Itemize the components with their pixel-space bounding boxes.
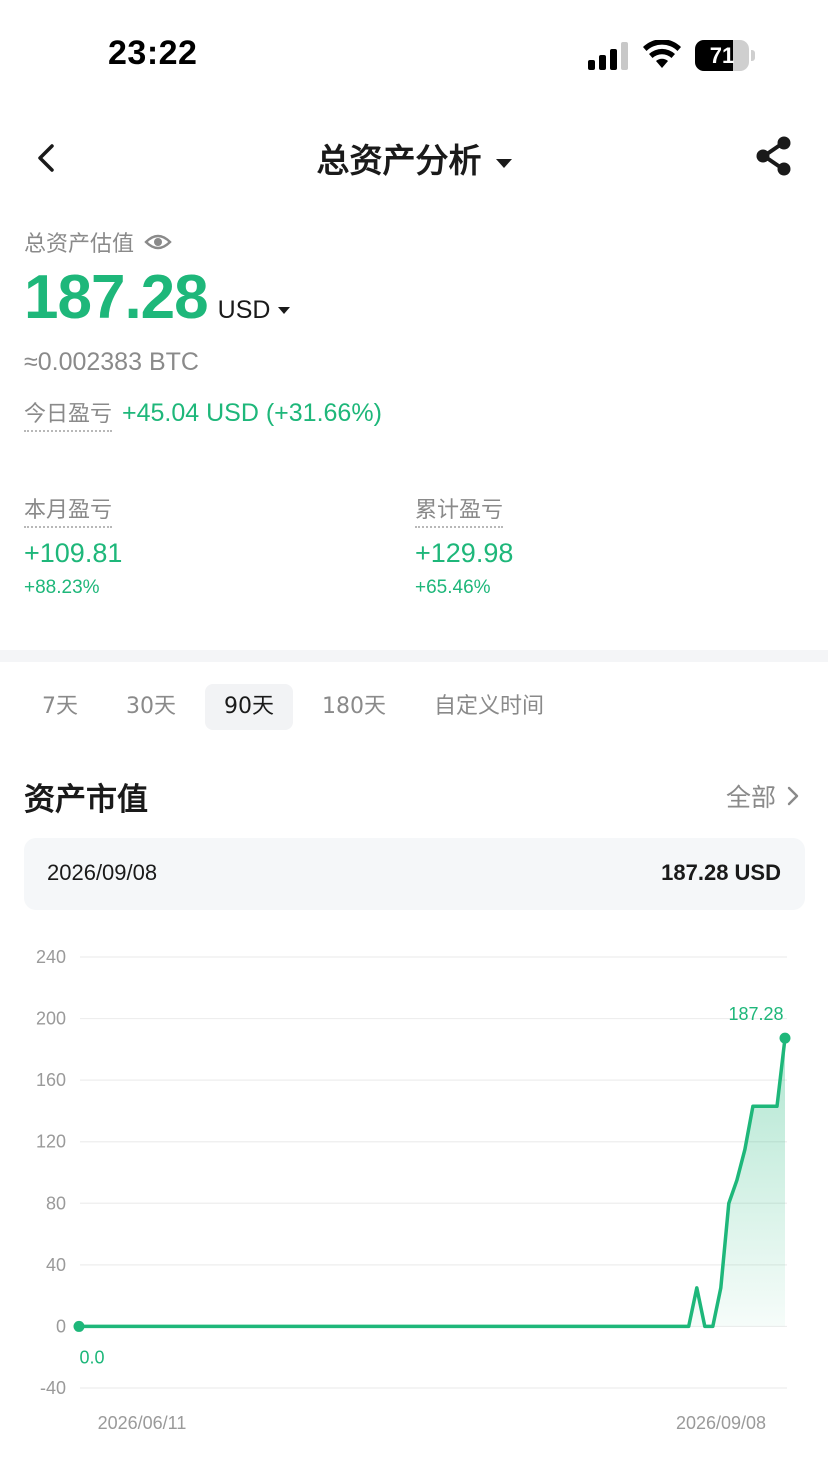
time-range-tabs: 7天 30天 90天 180天 自定义时间: [24, 684, 573, 730]
today-pnl-label[interactable]: 今日盈亏: [24, 396, 113, 432]
section-title: 资产市值: [24, 782, 148, 818]
x-axis-end-label: 2026/09/08: [676, 1413, 766, 1433]
tab-7d[interactable]: 7天: [24, 684, 97, 730]
cellular-signal-icon: [588, 42, 630, 70]
btc-equivalent: ≈0.002383 BTC: [24, 348, 199, 376]
tab-180d[interactable]: 180天: [303, 684, 405, 730]
tab-custom-time[interactable]: 自定义时间: [415, 684, 563, 730]
battery-icon: 71: [695, 40, 755, 72]
today-pnl: 今日盈亏 +45.04 USD (+31.66%): [24, 396, 382, 432]
view-all-link[interactable]: 全部: [726, 778, 800, 814]
y-tick-label: 120: [36, 1132, 66, 1152]
monthly-pnl-value: +109.81: [24, 538, 123, 568]
series-line: [79, 1037, 787, 1329]
page-title: 总资产分析: [316, 141, 482, 180]
start-point: [73, 1320, 85, 1332]
y-tick-label: 40: [46, 1255, 66, 1275]
selected-point-card: 2026/09/08 187.28 USD: [24, 838, 805, 910]
selected-value: 187.28 USD: [661, 860, 781, 885]
total-assets-label: 总资产估值: [24, 232, 135, 257]
status-bar: 23:22 71: [0, 0, 828, 110]
cumulative-pnl-percent: +65.46%: [415, 577, 491, 598]
eye-icon[interactable]: [144, 232, 172, 252]
asset-value-chart[interactable]: 240 200 160 120 80 40 0 -40 0.0 187.28 2026/06/…: [0, 930, 828, 1450]
monthly-pnl: 本月盈亏 +109.81 +88.23%: [24, 492, 324, 599]
x-axis-start-label: 2026/06/11: [98, 1413, 187, 1433]
y-tick-label: 0: [56, 1316, 66, 1336]
share-icon[interactable]: [752, 134, 796, 178]
total-assets-label-row: 总资产估值: [24, 226, 172, 258]
end-point: [779, 1032, 791, 1044]
battery-level: 71: [709, 43, 735, 68]
status-time: 23:22: [108, 34, 198, 72]
selected-date: 2026/09/08: [47, 860, 158, 885]
y-tick-label: -40: [40, 1378, 66, 1398]
currency-selector[interactable]: USD: [218, 296, 291, 325]
total-assets: 187.28 USD: [24, 262, 291, 333]
end-value-label: 187.28: [728, 1004, 783, 1024]
area-fill: [79, 1038, 785, 1327]
view-all-label: 全部: [725, 783, 776, 812]
cumulative-pnl-value: +129.98: [415, 538, 514, 568]
cumulative-pnl-label[interactable]: 累计盈亏: [415, 492, 504, 528]
tab-90d[interactable]: 90天: [205, 684, 293, 730]
monthly-pnl-percent: +88.23%: [24, 577, 100, 598]
currency-label: USD: [217, 296, 271, 324]
nav-bar: 总资产分析: [0, 118, 828, 198]
y-tick-label: 80: [46, 1193, 66, 1213]
caret-down-icon: [495, 159, 512, 168]
cumulative-pnl: 累计盈亏 +129.98 +65.46%: [415, 492, 715, 599]
y-tick-label: 160: [36, 1070, 66, 1090]
section-divider: [0, 650, 828, 662]
start-value-label: 0.0: [79, 1347, 104, 1367]
wifi-icon: [643, 40, 681, 68]
y-tick-label: 240: [36, 947, 66, 967]
today-pnl-value: +45.04 USD (+31.66%): [122, 399, 382, 427]
chevron-right-icon: [787, 786, 799, 806]
total-assets-value: 187.28: [24, 263, 209, 332]
caret-down-icon: [278, 307, 291, 314]
monthly-pnl-label[interactable]: 本月盈亏: [24, 492, 113, 528]
y-tick-label: 200: [36, 1009, 66, 1029]
page-title-dropdown[interactable]: 总资产分析: [0, 134, 828, 182]
tab-30d[interactable]: 30天: [107, 684, 195, 730]
